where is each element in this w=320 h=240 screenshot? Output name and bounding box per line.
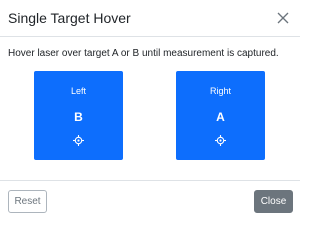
target-label: Right [209,86,231,96]
target-left[interactable]: Left B [34,71,123,160]
reset-button[interactable]: Reset [8,190,47,213]
close-icon[interactable] [274,9,292,27]
crosshair-icon [73,135,84,146]
target-right[interactable]: Right A [176,71,265,160]
modal-header: Single Target Hover [0,0,300,37]
close-button[interactable]: Close [254,190,293,213]
modal-dialog: Single Target Hover Hover laser over tar… [0,0,300,221]
modal-footer: Reset Close [0,180,300,221]
crosshair-icon [215,135,226,146]
modal-body: Hover laser over target A or B until mea… [0,38,300,180]
target-letter: A [216,110,225,124]
instruction-text: Hover laser over target A or B until mea… [8,48,279,59]
modal-title: Single Target Hover [8,10,131,26]
target-label: Left [70,86,86,96]
target-letter: B [74,110,83,124]
